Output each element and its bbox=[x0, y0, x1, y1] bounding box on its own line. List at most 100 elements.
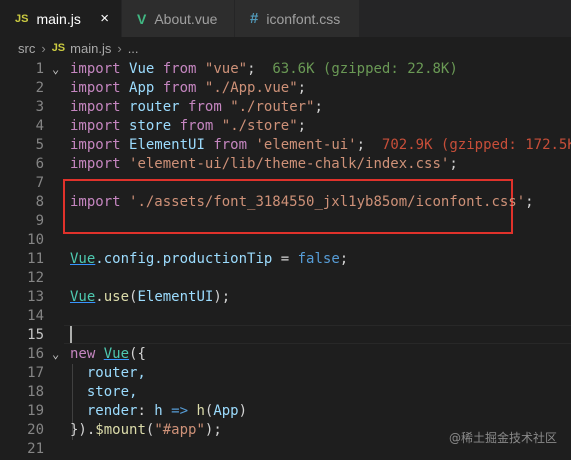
code-token: 702.9K (gzipped: 172.5K) bbox=[381, 137, 571, 153]
code-token: ; bbox=[525, 194, 534, 210]
line-number: 15 bbox=[27, 327, 44, 343]
line-number: 20 bbox=[27, 422, 44, 438]
code-line: 2 import App from "./App.vue"; bbox=[0, 79, 571, 98]
code-line: 6 import 'element-ui/lib/theme-chalk/inde… bbox=[0, 155, 571, 174]
code-text: import App from "./App.vue"; bbox=[70, 79, 306, 98]
code-token: from bbox=[188, 99, 222, 115]
code-token: "./router" bbox=[230, 99, 315, 115]
tab-about-vue[interactable]: V About.vue bbox=[122, 0, 235, 37]
line-number: 3 bbox=[35, 99, 44, 115]
code-token: from bbox=[213, 137, 248, 153]
line-number: 10 bbox=[27, 232, 44, 248]
code-line: 4 import store from "./store"; bbox=[0, 117, 571, 136]
code-token: h bbox=[154, 403, 163, 419]
breadcrumb: src › JS main.js › ... bbox=[0, 37, 571, 59]
chevron-down-icon[interactable]: ⌄ bbox=[52, 345, 59, 364]
code-editor[interactable]: 1 ⌄ import Vue from "vue"; 63.6K (gzipped:… bbox=[0, 60, 571, 460]
code-token: "vue" bbox=[204, 61, 248, 77]
line-number: 14 bbox=[27, 308, 44, 324]
code-token: ); bbox=[213, 289, 231, 305]
code-token: "#app" bbox=[154, 422, 205, 438]
tab-bar: JS main.js × V About.vue # iconfont.css bbox=[0, 0, 571, 37]
code-text: router, bbox=[70, 364, 146, 383]
code-line: 11 Vue.config.productionTip = false; bbox=[0, 250, 571, 269]
code-token: Vue bbox=[103, 346, 130, 362]
code-token: import bbox=[70, 99, 121, 115]
line-number: 13 bbox=[27, 289, 44, 305]
tab-main-js[interactable]: JS main.js × bbox=[0, 0, 122, 37]
code-line: 8 import './assets/font_3184550_jxl1yb85o… bbox=[0, 193, 571, 212]
vue-file-icon: V bbox=[137, 10, 147, 27]
line-number: 18 bbox=[27, 384, 44, 400]
breadcrumb-more[interactable]: ... bbox=[128, 41, 139, 56]
line-number: 21 bbox=[27, 441, 44, 457]
code-line: 9 bbox=[0, 212, 571, 231]
code-text: new Vue({ bbox=[70, 345, 146, 364]
code-token: store, bbox=[86, 384, 138, 400]
code-token: ; bbox=[339, 251, 349, 267]
js-file-icon: JS bbox=[15, 12, 29, 25]
code-text: }).$mount("#app"); bbox=[70, 421, 222, 440]
code-token: .config.productionTip bbox=[95, 251, 273, 267]
code-token: => bbox=[162, 403, 197, 419]
code-line: 17 router, bbox=[0, 364, 571, 383]
line-number: 11 bbox=[27, 251, 44, 267]
breadcrumb-folder[interactable]: src bbox=[18, 41, 35, 56]
code-line: 5 import ElementUI from 'element-ui'; 702… bbox=[0, 136, 571, 155]
chevron-down-icon[interactable]: ⌄ bbox=[52, 60, 59, 79]
code-token: ElementUI bbox=[129, 137, 205, 153]
code-token: render bbox=[86, 403, 138, 419]
code-line: 12 bbox=[0, 269, 571, 288]
code-token: ; bbox=[297, 80, 307, 96]
code-token: router bbox=[129, 99, 180, 115]
code-token: false bbox=[297, 251, 340, 267]
code-text: import ElementUI from 'element-ui'; 702.… bbox=[70, 136, 571, 155]
code-text: import 'element-ui/lib/theme-chalk/index… bbox=[70, 155, 458, 174]
code-token: use bbox=[103, 289, 130, 305]
css-file-icon: # bbox=[250, 10, 259, 27]
code-line: 19 render: h => h(App) bbox=[0, 402, 571, 421]
code-text: import store from "./store"; bbox=[70, 117, 306, 136]
line-number: 9 bbox=[35, 213, 44, 229]
code-token: import bbox=[70, 156, 121, 172]
code-text: import router from "./router"; bbox=[70, 98, 323, 117]
code-token: router, bbox=[86, 365, 146, 381]
line-number: 6 bbox=[35, 156, 44, 172]
tab-label: About.vue bbox=[154, 10, 218, 27]
code-line: 15 bbox=[0, 326, 571, 345]
code-token: ({ bbox=[129, 346, 146, 362]
line-number: 5 bbox=[35, 137, 44, 153]
code-line: 1 ⌄ import Vue from "vue"; 63.6K (gzipped:… bbox=[0, 60, 571, 79]
code-token: 63.6K (gzipped: 22.8K) bbox=[272, 61, 458, 77]
code-text: import Vue from "vue"; 63.6K (gzipped: 2… bbox=[70, 60, 458, 79]
line-number: 4 bbox=[35, 118, 44, 134]
code-line: 7 bbox=[0, 174, 571, 193]
code-token: ); bbox=[204, 422, 222, 438]
code-line: 10 bbox=[0, 231, 571, 250]
code-token: ElementUI bbox=[137, 289, 214, 305]
js-file-icon: JS bbox=[51, 42, 66, 54]
close-icon[interactable]: × bbox=[100, 10, 109, 27]
line-number: 1 bbox=[35, 61, 44, 77]
code-token: . bbox=[95, 289, 104, 305]
line-number: 2 bbox=[35, 80, 44, 96]
line-number: 16 bbox=[27, 346, 44, 362]
code-token: from bbox=[162, 61, 197, 77]
line-number: 17 bbox=[27, 365, 44, 381]
code-token: from bbox=[162, 80, 197, 96]
code-token: new bbox=[70, 346, 96, 362]
code-token: ; bbox=[449, 156, 458, 172]
chevron-right-icon: › bbox=[117, 40, 122, 56]
chevron-right-icon: › bbox=[41, 40, 46, 56]
code-line: 13 Vue.use(ElementUI); bbox=[0, 288, 571, 307]
tab-iconfont-css[interactable]: # iconfont.css bbox=[235, 0, 360, 37]
code-token: 'element-ui/lib/theme-chalk/index.css' bbox=[129, 156, 450, 172]
code-token: from bbox=[179, 118, 214, 134]
code-line: 3 import router from "./router"; bbox=[0, 98, 571, 117]
code-token: import bbox=[70, 80, 121, 96]
code-token: = bbox=[272, 251, 298, 267]
code-text: Vue.config.productionTip = false; bbox=[70, 250, 348, 269]
code-text: render: h => h(App) bbox=[70, 402, 247, 421]
breadcrumb-file[interactable]: main.js bbox=[70, 41, 111, 56]
code-token: App bbox=[129, 80, 155, 96]
